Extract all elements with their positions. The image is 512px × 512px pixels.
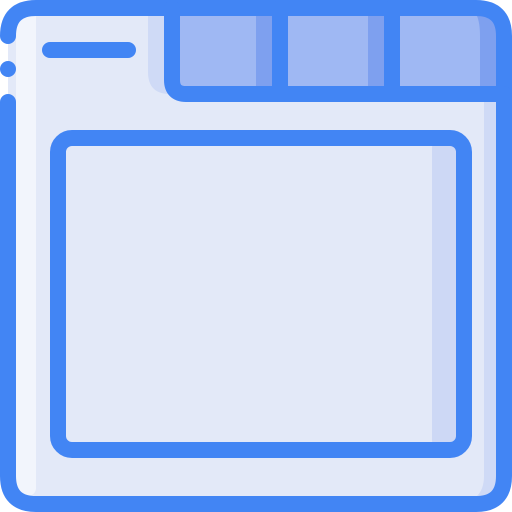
tab-bar bbox=[148, 8, 504, 94]
frame-dot bbox=[0, 61, 16, 77]
content-panel-fill bbox=[58, 138, 464, 450]
browser-window-icon bbox=[0, 0, 512, 512]
left-edge-highlight bbox=[16, 10, 36, 496]
